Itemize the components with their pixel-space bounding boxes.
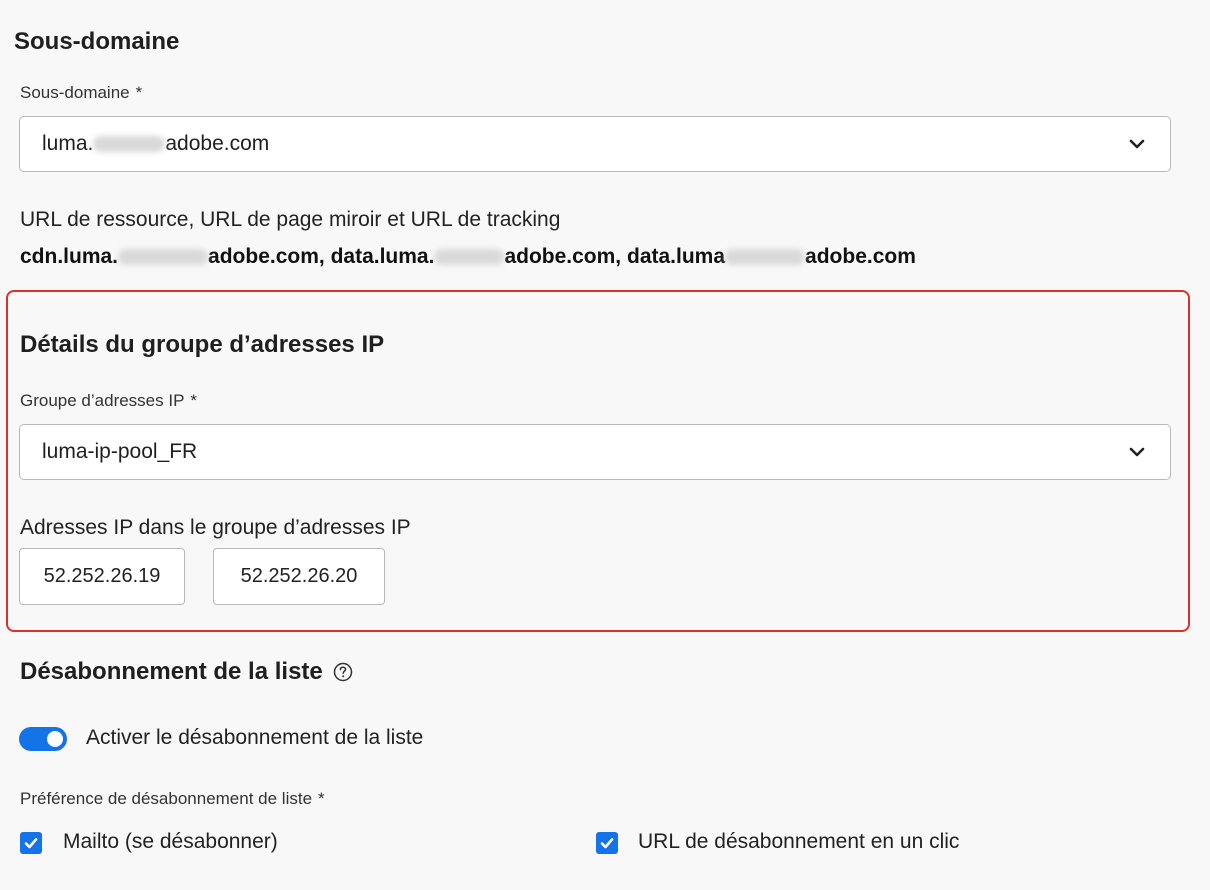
ip-address-chip: 52.252.26.20 bbox=[213, 548, 385, 605]
chevron-down-icon bbox=[1129, 139, 1145, 149]
unsubscribe-preference-label: Préférence de désabonnement de liste * bbox=[20, 789, 325, 809]
help-circle-icon[interactable] bbox=[333, 662, 353, 682]
chevron-down-icon bbox=[1129, 447, 1145, 457]
redacted-blur bbox=[434, 249, 505, 265]
ip-pool-label-text: Groupe d’adresses IP bbox=[20, 391, 185, 410]
resource-urls-value: cdn.luma. adobe.com, data.luma. adobe.com,… bbox=[20, 245, 916, 269]
url-data2-suffix: adobe.com bbox=[805, 245, 916, 268]
checkmark-icon bbox=[600, 838, 614, 849]
ip-address-chip: 52.252.26.19 bbox=[19, 548, 185, 605]
url-cdn-suffix: adobe.com, bbox=[208, 245, 325, 268]
list-unsubscribe-toggle[interactable] bbox=[19, 727, 67, 751]
url-data2-prefix: data.luma bbox=[627, 245, 726, 268]
ip-addresses-label: Adresses IP dans le groupe d’adresses IP bbox=[20, 516, 411, 539]
mailto-checkbox[interactable] bbox=[20, 832, 42, 854]
toggle-knob bbox=[47, 731, 63, 747]
unsubscribe-section-title: Désabonnement de la liste bbox=[20, 658, 353, 686]
subdomain-field-label: Sous-domaine * bbox=[20, 83, 142, 103]
resource-urls-label: URL de ressource, URL de page miroir et … bbox=[20, 208, 561, 231]
url-data-suffix: adobe.com, bbox=[504, 245, 622, 268]
redacted-blur bbox=[725, 249, 806, 265]
unsubscribe-title-text: Désabonnement de la liste bbox=[20, 658, 323, 685]
one-click-url-checkbox[interactable] bbox=[596, 832, 618, 854]
subdomain-value-suffix: adobe.com bbox=[165, 132, 270, 155]
subdomain-label-text: Sous-domaine bbox=[20, 83, 130, 102]
mailto-option-label: Mailto (se désabonner) bbox=[63, 830, 278, 853]
required-asterisk: * bbox=[190, 391, 198, 410]
ip-pool-value: luma-ip-pool_FR bbox=[42, 440, 198, 463]
redacted-blur bbox=[93, 136, 166, 152]
toggle-label: Activer le désabonnement de la liste bbox=[86, 726, 424, 749]
ip-pool-field-label: Groupe d’adresses IP * bbox=[20, 391, 197, 411]
required-asterisk: * bbox=[135, 83, 143, 102]
ip-pool-dropdown[interactable]: luma-ip-pool_FR bbox=[19, 424, 1171, 480]
url-cdn-prefix: cdn.luma. bbox=[20, 245, 119, 268]
ip-pool-section-title: Détails du groupe d’adresses IP bbox=[20, 331, 385, 358]
redacted-blur bbox=[118, 249, 209, 265]
subdomain-value: luma. adobe.com bbox=[42, 132, 1126, 156]
url-data-prefix: data.luma. bbox=[330, 245, 435, 268]
subdomain-section-title: Sous-domaine bbox=[14, 28, 180, 55]
checkmark-icon bbox=[24, 838, 38, 849]
required-asterisk: * bbox=[318, 789, 325, 808]
subdomain-value-prefix: luma. bbox=[42, 132, 94, 155]
preference-label-text: Préférence de désabonnement de liste bbox=[20, 789, 313, 808]
subdomain-dropdown[interactable]: luma. adobe.com bbox=[19, 116, 1171, 172]
one-click-url-option-label: URL de désabonnement en un clic bbox=[638, 830, 960, 853]
